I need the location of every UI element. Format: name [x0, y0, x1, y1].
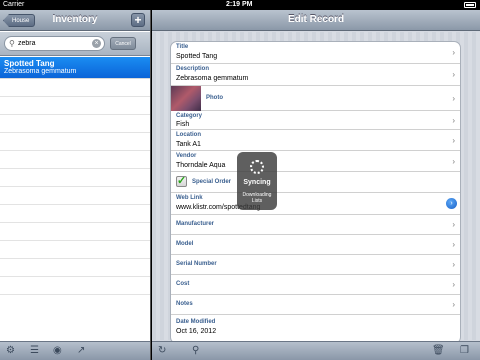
empty-row [0, 97, 150, 115]
field-label: Manufacturer [176, 221, 215, 227]
chevron-right-icon: › [452, 48, 455, 57]
copy-icon[interactable]: ❐ [460, 345, 469, 356]
special-order-field[interactable]: ✓ Special Order [171, 172, 460, 193]
chevron-right-icon: › [452, 70, 455, 79]
location-field[interactable]: Location Tank A1 › [171, 130, 460, 151]
field-label: Date Modified [176, 319, 216, 325]
gear-icon[interactable]: ⚙ [6, 345, 15, 356]
field-label: Vendor [176, 153, 197, 159]
photo-thumbnail [171, 86, 201, 111]
item-subtitle: Zebrasoma gemmatum [4, 68, 77, 75]
empty-row [0, 277, 150, 295]
battery-icon [464, 2, 476, 8]
search-bar: ⚲ × Cancel [0, 32, 150, 56]
carrier-label: Carrier [3, 1, 25, 8]
inventory-navbar: House Inventory + [0, 10, 150, 31]
search-field[interactable]: ⚲ × [4, 36, 105, 51]
field-label: Title [176, 44, 189, 50]
manufacturer-field[interactable]: Manufacturer › [171, 215, 460, 235]
empty-row [0, 205, 150, 223]
empty-row [0, 115, 150, 133]
list-item[interactable]: Spotted Tang Zebrasoma gemmatum [0, 57, 150, 79]
chevron-right-icon: › [452, 300, 455, 309]
field-label: Notes [176, 301, 193, 307]
empty-row [0, 259, 150, 277]
empty-row [0, 133, 150, 151]
detail-disclosure-icon[interactable]: › [446, 198, 457, 209]
checkbox[interactable]: ✓ [176, 176, 187, 187]
item-name: Spotted Tang [4, 59, 55, 68]
hud-subtitle: Downloading Lists [242, 192, 272, 204]
spinner-icon [250, 160, 264, 174]
list-icon[interactable]: ☰ [30, 345, 39, 356]
sync-progress-hud: Syncing Downloading Lists [237, 152, 277, 210]
inventory-toolbar: ⚙ ☰ ◉ ↗ [0, 341, 150, 360]
share-icon[interactable]: ↗ [77, 345, 85, 356]
serial-number-field[interactable]: Serial Number › [171, 255, 460, 275]
chevron-right-icon: › [452, 157, 455, 166]
chevron-right-icon: › [452, 220, 455, 229]
description-field[interactable]: Description Zebrasoma gemmatum › [171, 64, 460, 86]
hud-title: Syncing [243, 179, 271, 186]
field-label: Location [176, 132, 201, 138]
edit-record-pane: Edit Record Title Spotted Tang › Descrip… [152, 10, 480, 360]
vendor-field[interactable]: Vendor Thorndale Aqua › [171, 151, 460, 172]
notes-field[interactable]: Notes › [171, 295, 460, 315]
eye-icon[interactable]: ◉ [53, 345, 62, 356]
category-field[interactable]: Category Fish › [171, 111, 460, 130]
empty-row [0, 223, 150, 241]
edit-record-title: Edit Record [287, 14, 345, 25]
chevron-right-icon: › [452, 136, 455, 145]
model-field[interactable]: Model › [171, 235, 460, 255]
date-modified-field: Date Modified Oct 16, 2012 [171, 315, 460, 343]
empty-row [0, 169, 150, 187]
chevron-right-icon: › [452, 240, 455, 249]
edit-toolbar: ↻ ⚲ 🗑 ❐ [152, 341, 480, 360]
inventory-pane: House Inventory + ⚲ × Cancel Spotted Tan… [0, 10, 151, 360]
clear-icon[interactable]: × [92, 39, 101, 48]
search-icon[interactable]: ⚲ [192, 345, 199, 356]
field-value: Fish [176, 121, 190, 128]
field-value: Spotted Tang [176, 53, 218, 60]
chevron-right-icon: › [452, 280, 455, 289]
web-link-field[interactable]: Web Link www.klistr.com/spottedtang › [171, 193, 460, 215]
title-field[interactable]: Title Spotted Tang › [171, 42, 460, 64]
clock: 2:19 PM [226, 1, 253, 8]
status-bar: Carrier 2:19 PM [0, 0, 480, 10]
inventory-title: Inventory [52, 14, 98, 25]
field-label: Cost [176, 281, 190, 287]
field-label: Category [176, 113, 203, 119]
field-label: Model [176, 241, 194, 247]
record-form: Title Spotted Tang › Description Zebraso… [170, 41, 461, 344]
empty-row [0, 151, 150, 169]
field-label: Description [176, 66, 210, 72]
field-label: Special Order [192, 179, 232, 185]
result-list: Spotted Tang Zebrasoma gemmatum [0, 57, 150, 341]
empty-row [0, 187, 150, 205]
field-label: Web Link [176, 195, 203, 201]
field-value: Oct 16, 2012 [176, 328, 217, 335]
add-button[interactable]: + [131, 13, 145, 27]
field-value: Tank A1 [176, 141, 201, 148]
chevron-right-icon: › [452, 94, 455, 103]
field-value: Zebrasoma gemmatum [176, 75, 249, 82]
refresh-icon[interactable]: ↻ [158, 345, 166, 356]
search-input[interactable] [18, 38, 90, 49]
edit-navbar: Edit Record [152, 10, 480, 31]
search-icon: ⚲ [9, 39, 15, 48]
field-value: Thorndale Aqua [176, 162, 226, 169]
field-label: Photo [206, 95, 223, 101]
empty-row [0, 241, 150, 259]
field-label: Serial Number [176, 261, 217, 267]
photo-field[interactable]: Photo › [171, 86, 460, 111]
cost-field[interactable]: Cost › [171, 275, 460, 295]
empty-row [0, 79, 150, 97]
chevron-right-icon: › [452, 260, 455, 269]
chevron-right-icon: › [452, 116, 455, 125]
cancel-button[interactable]: Cancel [110, 37, 136, 50]
trash-icon[interactable]: 🗑 [432, 345, 445, 356]
